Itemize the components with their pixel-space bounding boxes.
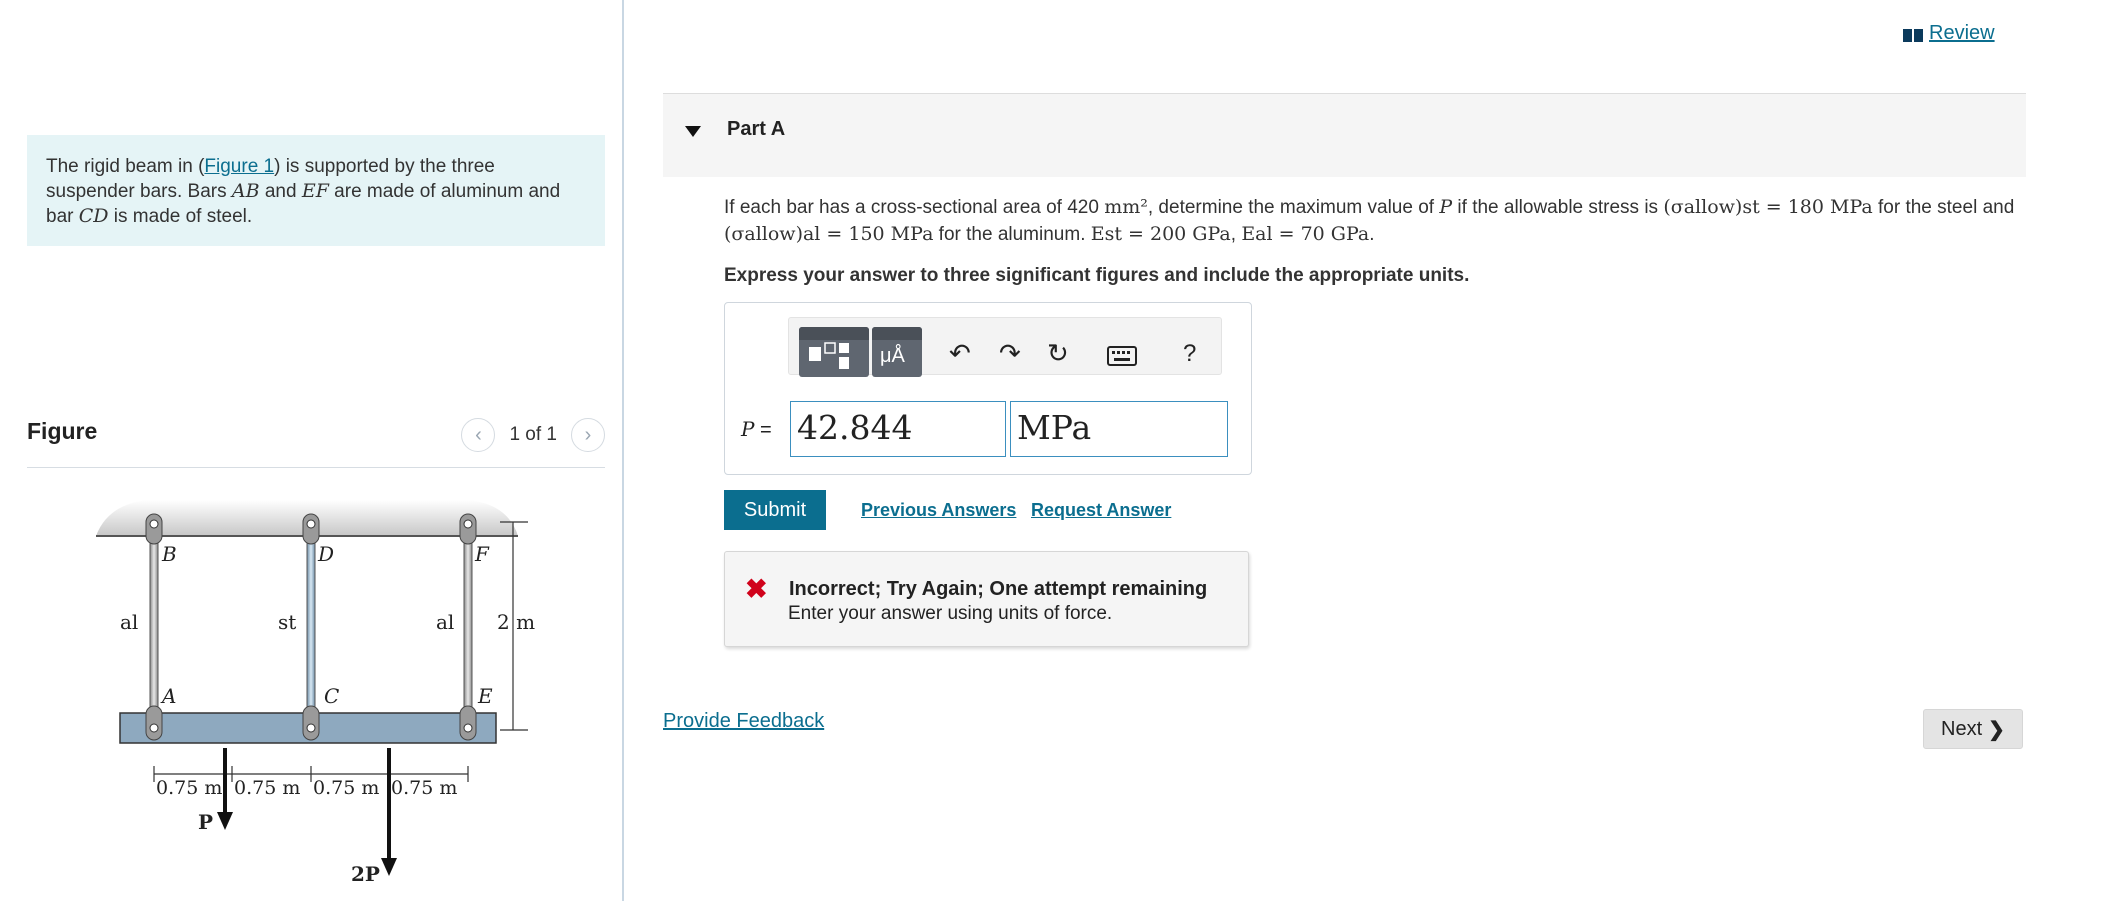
page: The rigid beam in (Figure 1) is supporte… [0, 0, 2103, 901]
question-text: If each bar has a cross-sectional area o… [724, 194, 2024, 248]
answer-variable: P [741, 417, 755, 441]
material-st: st [278, 610, 296, 634]
review-label: Review [1929, 22, 1995, 44]
part-a-title: Part A [727, 118, 786, 140]
height-dimension: 2 m [497, 610, 535, 634]
load-p-arrowhead [217, 812, 233, 830]
templates-button[interactable] [799, 327, 869, 377]
submit-button[interactable]: Submit [724, 490, 826, 530]
point-d-label: D [317, 542, 334, 566]
next-label: Next [1941, 717, 1983, 740]
chevron-left-icon: ‹ [475, 423, 482, 446]
answer-value-input[interactable]: 42.844 [790, 401, 1006, 457]
modulus-steel: Est = 200 GPa [1090, 223, 1231, 245]
templates-icon [809, 342, 849, 369]
dimension-seg-1: 0.75 m [156, 777, 222, 799]
load-arrows [223, 748, 391, 864]
question-segment: , determine the maximum value of [1147, 197, 1440, 218]
problem-statement: The rigid beam in (Figure 1) is supporte… [27, 135, 605, 246]
units-icon: μÅ [880, 345, 905, 367]
bar-ab [149, 525, 159, 733]
load-p-label: P [198, 810, 213, 834]
keyboard-icon[interactable] [1107, 346, 1137, 371]
point-f-label: F [474, 542, 490, 566]
incorrect-icon: ✖ [745, 574, 768, 604]
answer-panel: μÅ ↶ ↷ ↻ ? P = 42.844 MPa [724, 302, 1252, 475]
question-segment: if the allowable stress is [1452, 197, 1664, 218]
previous-figure-button[interactable]: ‹ [461, 418, 496, 452]
allowable-stress-aluminum: (σallow)al = 150 MPa [724, 223, 934, 245]
figure-title: Figure [27, 418, 98, 444]
material-al-left: al [120, 610, 138, 634]
bar-cd-label: CD [78, 205, 109, 227]
modulus-aluminum: Eal = 70 GPa [1241, 223, 1370, 245]
dimension-seg-4: 0.75 m [391, 777, 457, 799]
question-segment: If each bar has a cross-sectional area o… [724, 197, 1105, 218]
bar-cd [306, 525, 316, 733]
feedback-title: Incorrect; Try Again; One attempt remain… [789, 578, 1208, 600]
math-toolbar: μÅ ↶ ↷ ↻ ? [788, 317, 1222, 377]
answer-equals: = [754, 419, 772, 441]
question-segment: for the aluminum. [933, 224, 1091, 245]
next-figure-button[interactable]: › [571, 418, 605, 452]
load-2p-label: 2P [351, 862, 380, 886]
help-icon[interactable]: ? [1183, 340, 1196, 368]
book-icon [1903, 26, 1923, 42]
allowable-stress-steel: (σallow)st = 180 MPa [1663, 196, 1873, 218]
answer-units-input[interactable]: MPa [1010, 401, 1228, 457]
feedback-message: Enter your answer using units of force. [788, 603, 1113, 624]
units-button[interactable]: μÅ [872, 327, 922, 377]
question-segment: . [1369, 224, 1375, 245]
answer-instruction: Express your answer to three significant… [724, 265, 1470, 286]
provide-feedback-link[interactable]: Provide Feedback [663, 710, 824, 733]
dimension-seg-3: 0.75 m [313, 777, 379, 799]
figure-header: Figure ‹ 1 of 1 › [27, 418, 605, 468]
point-c-label: C [324, 684, 339, 708]
question-segment: , [1230, 224, 1242, 245]
dimension-seg-2: 0.75 m [234, 777, 300, 799]
figure-count: 1 of 1 [509, 424, 557, 445]
load-2p-arrowhead [381, 858, 397, 876]
figure-pager: ‹ 1 of 1 › [461, 418, 605, 452]
problem-text: and [259, 181, 302, 202]
undo-icon[interactable]: ↶ [949, 338, 971, 369]
answer-label: P = [741, 417, 772, 442]
request-answer-link[interactable]: Request Answer [1031, 500, 1171, 521]
chevron-right-icon: ❯ [1988, 718, 2005, 741]
left-panel: The rigid beam in (Figure 1) is supporte… [0, 0, 624, 901]
previous-answers-link[interactable]: Previous Answers [861, 500, 1016, 521]
point-e-label: E [477, 684, 493, 708]
point-a-label: A [160, 684, 176, 708]
caret-down-icon[interactable] [685, 126, 701, 137]
reset-icon[interactable]: ↻ [1047, 338, 1069, 369]
chevron-right-icon: › [584, 423, 592, 446]
bar-ab-label: AB [231, 180, 260, 202]
problem-text: is made of steel. [108, 206, 253, 227]
figure-link[interactable]: Figure 1 [204, 156, 274, 177]
bar-ef-label: EF [301, 180, 329, 202]
bar-ef [463, 525, 473, 733]
beam-figure: B D F A C E al st al 2 m 0.75 m 0.75 m 0… [96, 500, 535, 886]
review-link[interactable]: Review [1903, 22, 1995, 45]
feedback-panel: ✖ Incorrect; Try Again; One attempt rema… [724, 551, 1249, 647]
area-unit: mm² [1104, 196, 1148, 218]
next-button[interactable]: Next ❯ [1923, 709, 2023, 749]
material-al-right: al [436, 610, 454, 634]
variable-p: P [1439, 196, 1453, 218]
point-b-label: B [161, 542, 177, 566]
redo-icon[interactable]: ↷ [999, 338, 1021, 369]
problem-text: The rigid beam in ( [46, 156, 205, 177]
question-segment: for the steel and [1872, 197, 2015, 218]
part-a-header[interactable]: Part A [663, 93, 2026, 177]
